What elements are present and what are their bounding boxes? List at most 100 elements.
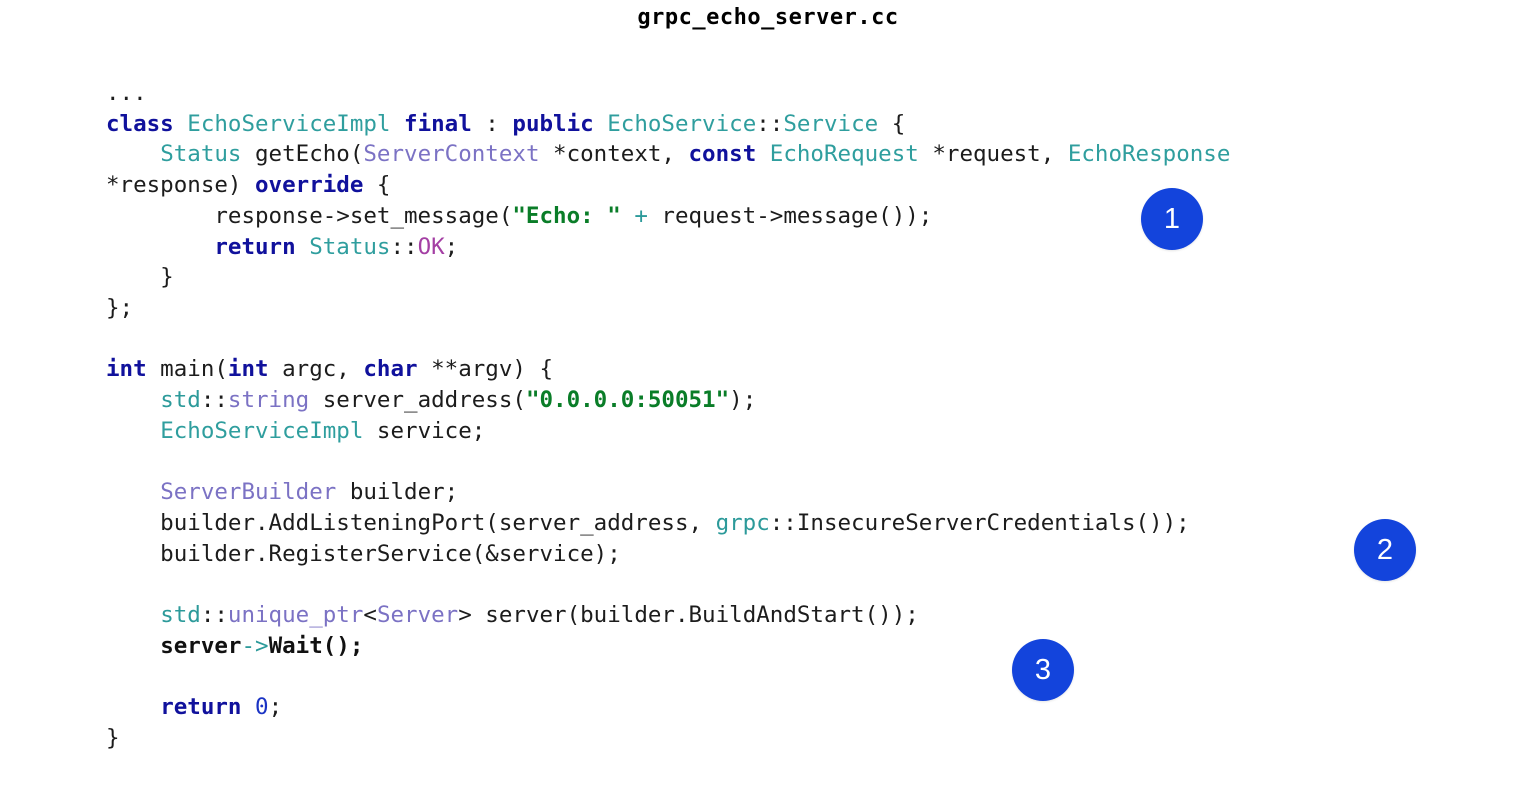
code-token: :: <box>756 110 784 137</box>
code-token: const <box>688 141 757 168</box>
code-token: EchoRequest <box>769 141 919 168</box>
code-token: "Echo: " <box>512 202 621 229</box>
code-line: server->Wait(); <box>106 631 1506 662</box>
code-token: string <box>227 387 310 414</box>
code-token: Service <box>783 110 879 137</box>
code-token: ... <box>106 80 147 106</box>
code-token: : <box>471 110 513 137</box>
code-token: int <box>106 356 147 383</box>
page-title: grpc_echo_server.cc <box>637 5 899 30</box>
code-line: std::unique_ptr<Server> server(builder.B… <box>106 600 1506 631</box>
code-token: server <box>160 632 242 659</box>
code-line: } <box>106 723 1506 754</box>
code-token: ::InsecureServerCredentials()); <box>769 509 1190 536</box>
code-token: ServerBuilder <box>160 479 337 506</box>
code-token: < <box>363 601 377 628</box>
code-token: public <box>512 110 594 137</box>
code-token: ; <box>268 694 283 720</box>
code-token: response->set_message( <box>106 202 513 229</box>
code-token: grpc <box>715 509 770 536</box>
code-token: char <box>363 356 418 383</box>
callout-badge-label: 1 <box>1163 202 1181 235</box>
code-token: override <box>255 172 364 199</box>
code-line: } <box>106 262 1506 293</box>
code-token: request->message()); <box>647 202 933 229</box>
callout-badge-label: 2 <box>1376 533 1394 566</box>
code-line: builder.RegisterService(&service); <box>106 539 1506 570</box>
code-token: Status <box>160 141 242 168</box>
code-token: } <box>106 724 120 751</box>
code-line: std::string server_address("0.0.0.0:5005… <box>106 385 1506 416</box>
code-token: unique_ptr <box>227 601 364 628</box>
code-token: Wait(); <box>268 632 364 659</box>
code-token: Server <box>376 601 459 628</box>
code-token: EchoServiceImpl <box>160 417 364 444</box>
code-token: argc, <box>268 356 364 383</box>
code-token: builder; <box>336 479 459 506</box>
code-line: }; <box>106 293 1506 324</box>
code-token: *request, <box>918 141 1068 168</box>
code-token: class <box>106 110 174 137</box>
code-token: "0.0.0.0:50051" <box>525 387 730 414</box>
code-token: return <box>214 233 296 260</box>
code-line: ... <box>106 78 1506 109</box>
code-token: { <box>878 110 906 137</box>
code-token: int <box>227 356 269 383</box>
code-token: } <box>106 264 174 291</box>
slide-canvas: grpc_echo_server.cc ... class EchoService… <box>0 0 1536 802</box>
code-line: EchoServiceImpl service; <box>106 416 1506 447</box>
code-token: ; <box>444 233 459 260</box>
code-token: *response) <box>106 172 256 199</box>
code-line: int main(int argc, char **argv) { <box>106 354 1506 385</box>
code-token: std <box>160 387 201 414</box>
code-token: { <box>363 172 391 199</box>
code-line: Status getEcho(ServerContext *context, c… <box>106 139 1506 170</box>
code-token: EchoServiceImpl <box>187 110 391 137</box>
code-line: class EchoServiceImpl final : public Ech… <box>106 109 1506 140</box>
code-token: main( <box>146 356 228 383</box>
code-token: server_address( <box>309 387 526 414</box>
callout-badge-1[interactable]: 1 <box>1141 188 1203 250</box>
callout-badge-label: 3 <box>1034 653 1052 686</box>
code-token: }; <box>106 294 134 321</box>
code-token: 0 <box>255 694 269 720</box>
code-line: response->set_message("Echo: " + request… <box>106 201 1506 232</box>
code-token: > server(builder.BuildAndStart()); <box>458 601 919 628</box>
code-line: return 0; <box>106 692 1506 723</box>
code-token: getEcho( <box>241 141 364 168</box>
callout-badge-3[interactable]: 3 <box>1012 639 1074 701</box>
callout-badge-2[interactable]: 2 <box>1354 519 1416 581</box>
code-block: ... class EchoServiceImpl final : public … <box>106 78 1506 753</box>
code-token: ServerContext <box>363 141 540 168</box>
code-token: service; <box>363 417 486 444</box>
code-token: std <box>160 601 201 628</box>
code-token: + <box>634 202 648 229</box>
code-token: *context, <box>539 141 689 168</box>
code-token: **argv) { <box>417 356 554 383</box>
code-token: Status <box>309 233 391 260</box>
code-token: EchoResponse <box>1067 141 1231 168</box>
code-token: final <box>404 110 472 137</box>
code-token: :: <box>390 233 418 260</box>
code-line: return Status::OK; <box>106 232 1506 263</box>
code-token: :: <box>200 601 228 628</box>
code-token: builder.AddListeningPort(server_address, <box>106 509 716 536</box>
code-line: builder.AddListeningPort(server_address,… <box>106 508 1506 539</box>
code-line: *response) override { <box>106 170 1506 201</box>
code-token: builder.RegisterService(&service); <box>106 540 621 567</box>
code-token: ); <box>729 387 757 414</box>
